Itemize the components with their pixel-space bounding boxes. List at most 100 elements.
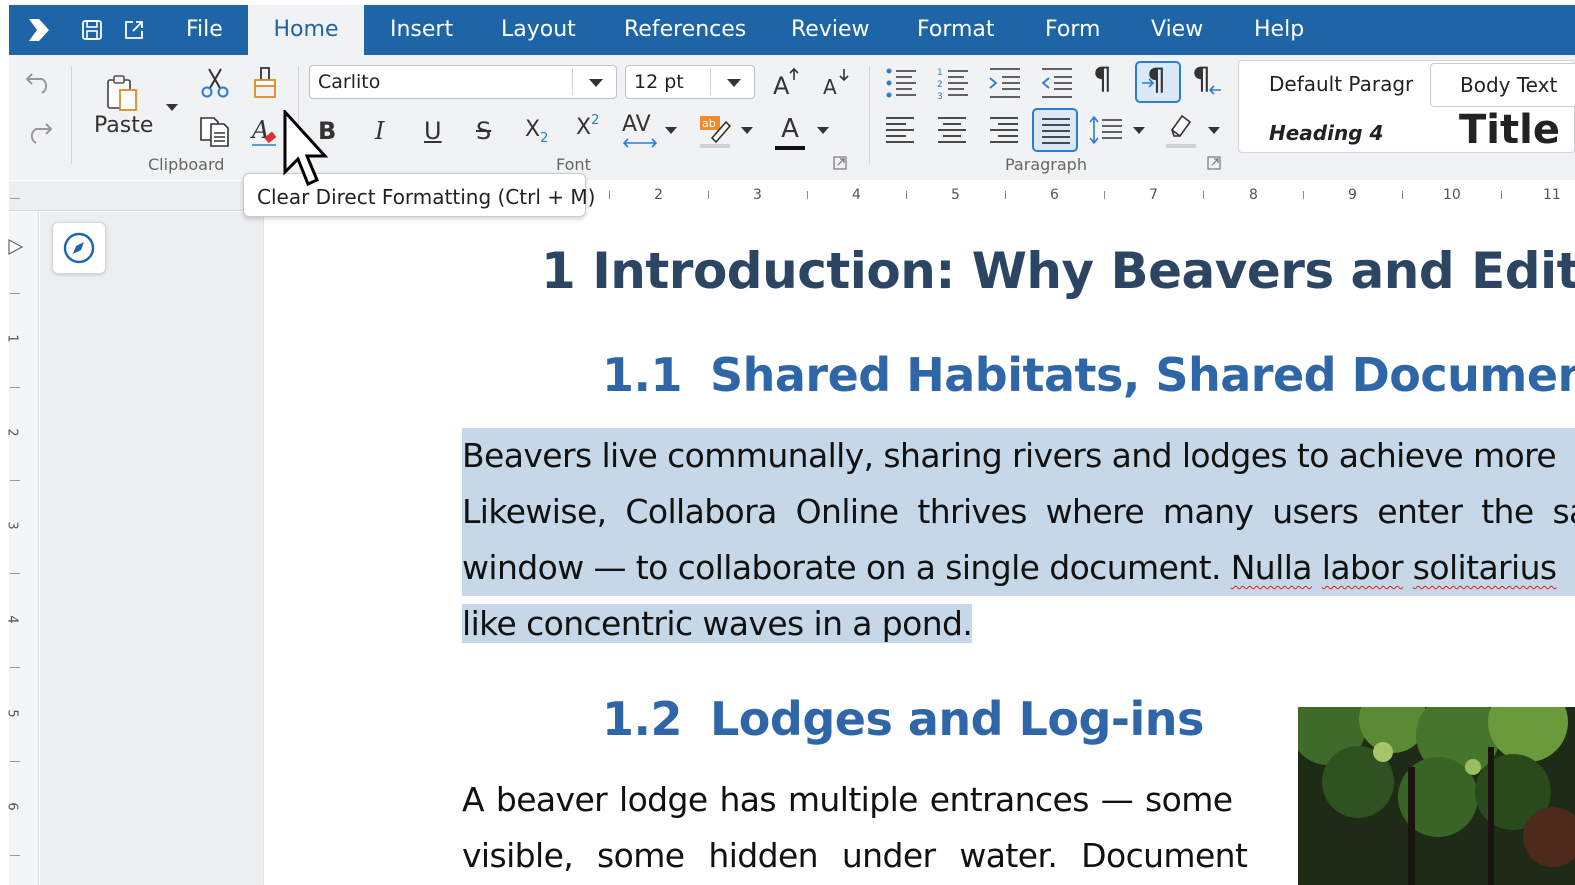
paste-dropdown-arrow-icon[interactable]: [166, 104, 178, 111]
redo-icon[interactable]: [24, 116, 54, 146]
increase-indent-icon[interactable]: [988, 66, 1022, 100]
undo-icon[interactable]: [24, 66, 54, 96]
strikethrough-button[interactable]: S: [476, 117, 491, 145]
side-panel: [40, 212, 264, 885]
paragraph-beaver-lodge[interactable]: A beaver lodge has multiple entrances — …: [462, 772, 1248, 884]
highlight-color-icon[interactable]: ab: [698, 114, 732, 150]
chevron-down-icon[interactable]: [589, 79, 603, 87]
paragraph-background-dropdown-arrow-icon[interactable]: [1208, 127, 1220, 134]
character-spacing-label: AV: [622, 112, 651, 137]
combobox-divider: [572, 69, 573, 95]
document-canvas[interactable]: 1 Introduction: Why Beavers and Editors …: [264, 212, 1575, 885]
tab-insert[interactable]: Insert: [390, 5, 453, 55]
ruler-tick: [609, 191, 610, 199]
ruler-number: 4: [852, 187, 861, 203]
paste-icon[interactable]: [104, 74, 140, 112]
ruler-number: 1: [4, 334, 20, 343]
navigator-button[interactable]: [52, 222, 106, 274]
line-spacing-icon[interactable]: [1088, 114, 1124, 146]
clone-formatting-icon[interactable]: [251, 66, 279, 100]
ruler-number: 3: [753, 187, 762, 203]
style-default-paragraph[interactable]: Default Paragraph Style: [1269, 72, 1413, 96]
open-in-new-window-icon[interactable]: [123, 19, 145, 41]
font-color-swatch: [775, 146, 805, 150]
style-body-text-box[interactable]: Body Text: [1430, 63, 1575, 107]
cut-icon[interactable]: [200, 66, 230, 100]
clear-direct-formatting-icon[interactable]: A: [250, 116, 280, 148]
tab-help[interactable]: Help: [1254, 5, 1304, 55]
svg-text:1: 1: [937, 68, 943, 78]
font-dialog-launcher-icon[interactable]: [833, 156, 847, 170]
heading-1[interactable]: 1 Introduction: Why Beavers and Editors: [541, 242, 1575, 300]
misspelled-word: solitarius: [1412, 548, 1557, 587]
highlight-dropdown-arrow-icon[interactable]: [741, 127, 753, 134]
underline-button[interactable]: U: [424, 117, 442, 145]
forest-photo[interactable]: [1298, 707, 1575, 885]
justify-button[interactable]: [1032, 108, 1078, 152]
tab-review[interactable]: Review: [791, 5, 870, 55]
paste-button[interactable]: Paste: [94, 113, 153, 138]
paragraph-dialog-launcher-icon[interactable]: [1207, 156, 1221, 170]
vertical-ruler[interactable]: [9, 212, 39, 885]
chevron-down-icon[interactable]: [727, 79, 741, 87]
ruler-number: 10: [1443, 187, 1461, 203]
heading-text: Shared Habitats, Shared Documents: [710, 348, 1575, 402]
ruler-number: 5: [4, 709, 20, 718]
right-to-left-button[interactable]: ¶: [1192, 62, 1221, 97]
styles-gallery: Default Paragraph Style Body Text Headin…: [1238, 60, 1575, 153]
save-icon[interactable]: [81, 19, 103, 41]
heading-2-shared-habitats[interactable]: 1.1 Shared Habitats, Shared Documents: [602, 348, 1575, 402]
tab-format[interactable]: Format: [917, 5, 995, 55]
tab-view[interactable]: View: [1151, 5, 1203, 55]
tab-references[interactable]: References: [624, 5, 746, 55]
left-to-right-button[interactable]: ¶: [1135, 61, 1181, 103]
shrink-font-icon[interactable]: A: [822, 66, 852, 98]
ruler-number: 6: [1050, 187, 1059, 203]
font-size-combobox[interactable]: 12 pt: [625, 65, 755, 99]
ruler-tick: [1005, 191, 1006, 199]
paragraph-line: A beaver lodge has multiple entrances — …: [462, 780, 1233, 819]
subscript-mark: 2: [540, 131, 549, 146]
grow-font-icon[interactable]: A: [772, 66, 802, 98]
collabora-logo-icon[interactable]: [25, 16, 53, 44]
ruler-number: 6: [4, 802, 20, 811]
heading-text: Lodges and Log-ins: [710, 692, 1204, 746]
tab-layout[interactable]: Layout: [501, 5, 576, 55]
style-title[interactable]: Title: [1459, 107, 1560, 153]
ruler-tick: [10, 387, 20, 388]
style-heading-4[interactable]: Heading 4: [1269, 121, 1383, 145]
indent-marker-icon[interactable]: [8, 238, 26, 256]
spacing-dropdown-arrow-icon[interactable]: [665, 127, 677, 134]
ruler-tick: [807, 191, 808, 199]
character-spacing-button[interactable]: AV: [622, 112, 658, 148]
heading-2-lodges-logins[interactable]: 1.2 Lodges and Log-ins: [602, 692, 1204, 746]
bullet-list-icon[interactable]: [884, 66, 918, 100]
font-color-dropdown-arrow-icon[interactable]: [817, 127, 829, 134]
numbered-list-icon[interactable]: 1 2 3: [936, 66, 970, 100]
paragraph-background-icon[interactable]: [1164, 112, 1198, 150]
superscript-button[interactable]: X2: [576, 113, 599, 140]
copy-icon[interactable]: [198, 116, 232, 148]
tab-form[interactable]: Form: [1045, 5, 1100, 55]
ruler-tick: [1303, 191, 1304, 199]
tab-home[interactable]: Home: [248, 5, 364, 57]
align-right-icon[interactable]: [988, 114, 1020, 146]
paragraph-line: Likewise, Collabora Online thrives where…: [462, 484, 1575, 540]
combobox-divider: [710, 69, 711, 95]
subscript-button[interactable]: X2: [525, 117, 548, 146]
align-left-icon[interactable]: [884, 114, 916, 146]
font-size-value: 12 pt: [634, 71, 684, 93]
italic-button[interactable]: I: [375, 117, 384, 145]
font-name-combobox[interactable]: Carlito: [309, 65, 617, 99]
align-center-icon[interactable]: [936, 114, 968, 146]
tab-file[interactable]: File: [186, 5, 223, 55]
font-color-button[interactable]: A: [774, 114, 806, 150]
formatting-marks-button[interactable]: ¶: [1093, 62, 1112, 97]
line-spacing-dropdown-arrow-icon[interactable]: [1133, 127, 1145, 134]
decrease-indent-icon[interactable]: [1040, 66, 1074, 100]
paragraph-beavers-communal[interactable]: Beavers live communally, sharing rivers …: [462, 428, 1575, 652]
misspelled-word: Nulla: [1230, 548, 1313, 587]
svg-text:A: A: [773, 72, 790, 98]
menubar: File Home Insert Layout References Revie…: [9, 5, 1575, 57]
ruler-tick: [1104, 191, 1105, 199]
